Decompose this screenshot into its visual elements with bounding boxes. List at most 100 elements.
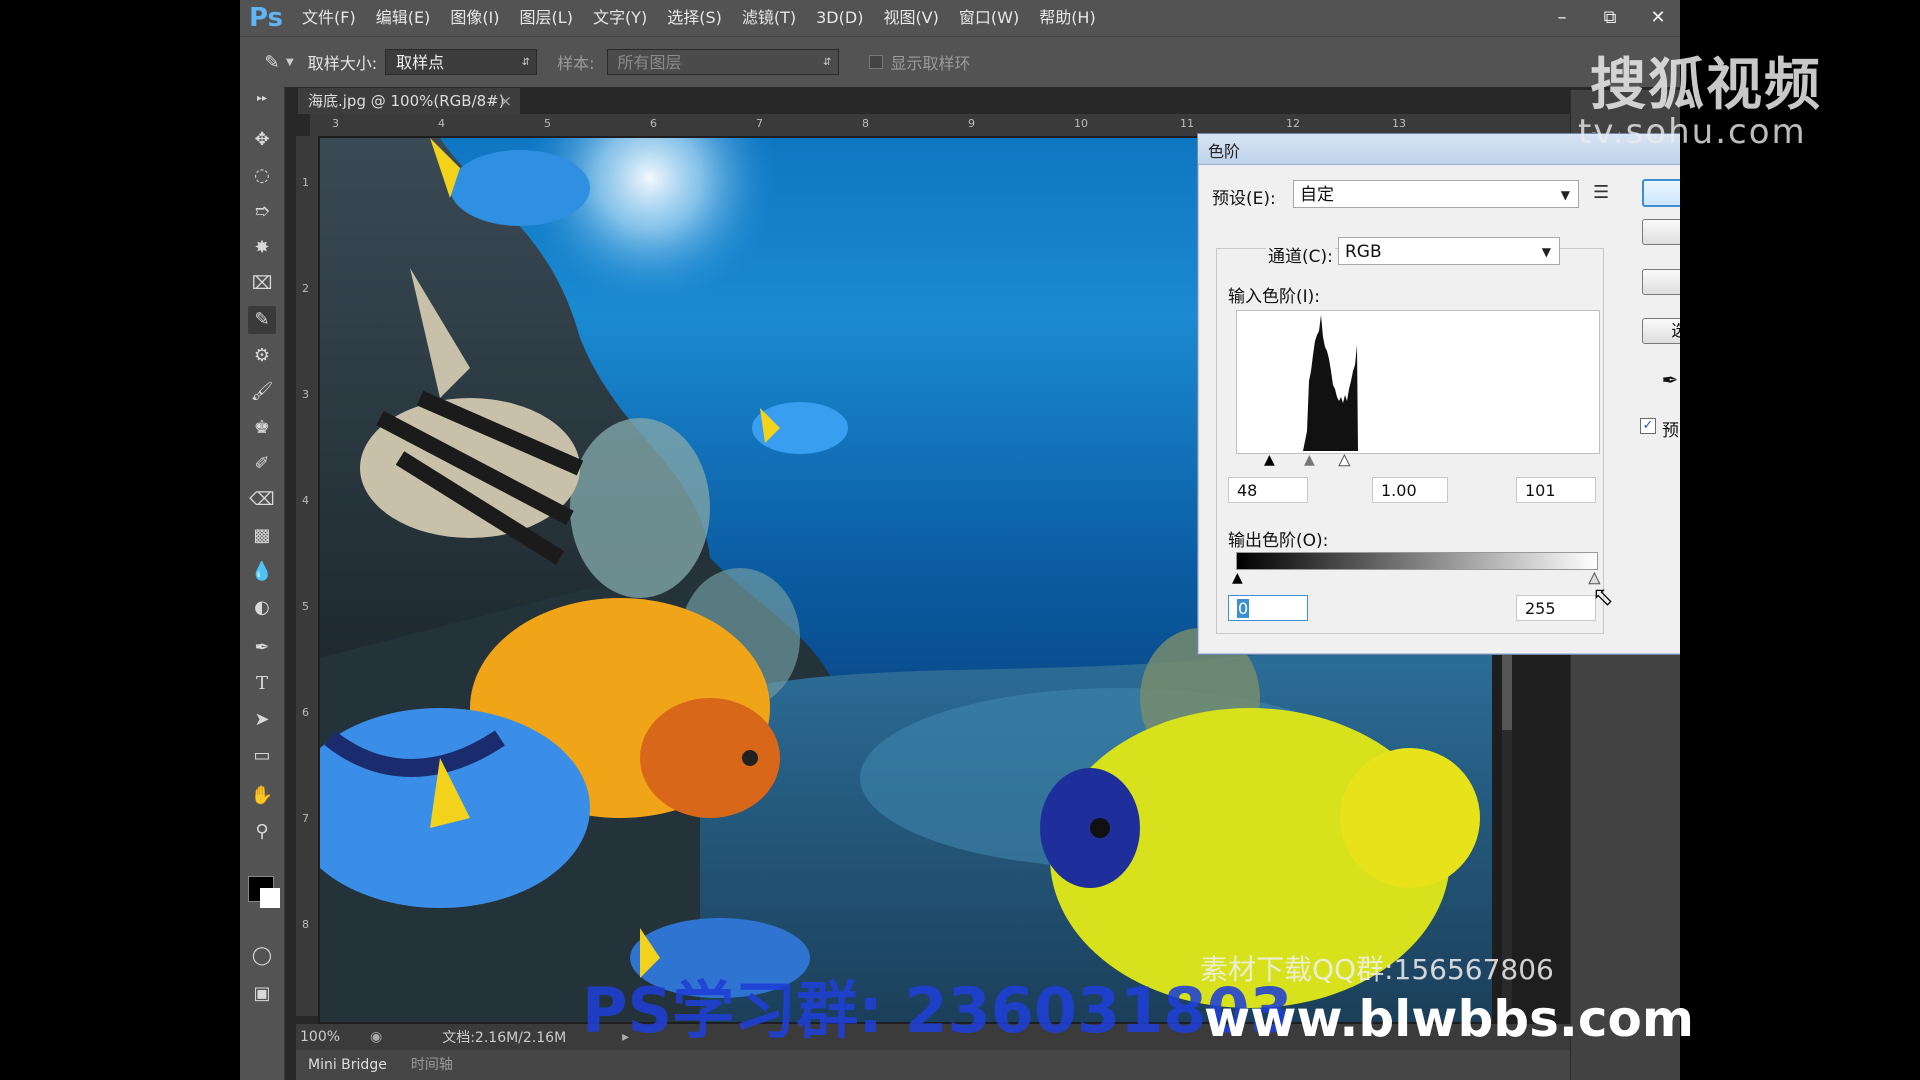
- mouse-cursor-icon: ⬁: [1592, 582, 1614, 612]
- sample-label: 样本:: [557, 54, 595, 73]
- background-color-swatch[interactable]: [260, 888, 280, 908]
- gradient-tool-icon[interactable]: ▩: [248, 522, 276, 550]
- output-gradient-bar: [1236, 552, 1598, 570]
- window-controls: – ⧉ ✕: [1550, 0, 1670, 36]
- lasso-tool-icon[interactable]: ➱: [248, 198, 276, 226]
- minimize-icon[interactable]: –: [1550, 6, 1574, 30]
- preset-value: 自定: [1300, 185, 1334, 205]
- menu-view[interactable]: 视图(V): [873, 0, 948, 36]
- input-white-field[interactable]: 101: [1516, 477, 1596, 503]
- blur-tool-icon[interactable]: 💧: [248, 558, 276, 586]
- options-bar: ✎ ▼ 取样大小: 取样点 ⇵ 样本: 所有图层 ⇵ 显示取样环: [240, 36, 1680, 87]
- shape-tool-icon[interactable]: ▭: [248, 742, 276, 770]
- output-black-slider[interactable]: ▲: [1232, 570, 1243, 586]
- magic-wand-tool-icon[interactable]: ✸: [248, 234, 276, 262]
- output-black-field[interactable]: 0: [1228, 595, 1308, 621]
- preset-options-icon[interactable]: ☰: [1593, 182, 1609, 203]
- close-icon[interactable]: ✕: [1646, 6, 1670, 30]
- cancel-button[interactable]: 取消: [1642, 219, 1680, 245]
- menu-file[interactable]: 文件(F): [292, 0, 366, 36]
- hand-tool-icon[interactable]: ✋: [248, 782, 276, 810]
- histogram: [1236, 310, 1600, 454]
- select-arrows-icon: ⇵: [521, 57, 531, 68]
- show-ring-label: 显示取样环: [890, 54, 971, 73]
- menu-type[interactable]: 文字(Y): [583, 0, 657, 36]
- move-tool-icon[interactable]: ✥: [248, 126, 276, 154]
- eyedropper-tool-icon[interactable]: ✎: [258, 52, 286, 73]
- input-white-slider[interactable]: ▲: [1339, 452, 1351, 469]
- input-gamma-slider[interactable]: ▲: [1304, 452, 1315, 468]
- eyedropper-tool-icon[interactable]: ✎: [248, 306, 276, 334]
- status-info-icon[interactable]: ◉: [370, 1029, 382, 1045]
- healing-tool-icon[interactable]: ⚙: [248, 342, 276, 370]
- preview-checkbox[interactable]: ✓: [1640, 418, 1656, 434]
- channel-value: RGB: [1345, 242, 1382, 262]
- ruler-tick-label: 6: [650, 117, 657, 130]
- menu-3d[interactable]: 3D(D): [806, 0, 873, 36]
- ruler-tick-label: 8: [862, 117, 869, 130]
- preview-label: 预览(P): [1662, 421, 1680, 441]
- input-black-field[interactable]: 48: [1228, 477, 1308, 503]
- output-white-field[interactable]: 255: [1516, 595, 1596, 621]
- restore-icon[interactable]: ⧉: [1598, 6, 1622, 30]
- document-tab[interactable]: 海底.jpg @ 100%(RGB/8#) ×: [298, 88, 520, 114]
- toolbox: ▸▸ ✥ ◌ ➱ ✸ ⌧ ✎ ⚙ 🖌 ♚ ✐ ⌫ ▩ 💧 ◐ ✒ T ➤ ▭ ✋…: [240, 86, 285, 1080]
- eraser-tool-icon[interactable]: ⌫: [248, 486, 276, 514]
- menu-filter[interactable]: 滤镜(T): [732, 0, 806, 36]
- tool-preset-chevron-icon[interactable]: ▼: [286, 57, 294, 68]
- menu-help[interactable]: 帮助(H): [1029, 0, 1106, 36]
- ruler-tick-label: 10: [1074, 117, 1088, 130]
- collapse-icon[interactable]: ▸▸: [248, 92, 276, 106]
- marquee-tool-icon[interactable]: ◌: [248, 162, 276, 190]
- menu-window[interactable]: 窗口(W): [949, 0, 1029, 36]
- zoom-tool-icon[interactable]: ⚲: [248, 818, 276, 846]
- sample-size-label: 取样大小:: [307, 54, 378, 73]
- histogram-graph: [1303, 315, 1358, 451]
- ruler-tick-label: 4: [302, 494, 309, 507]
- document-title: 海底.jpg @ 100%(RGB/8#): [308, 92, 505, 110]
- ruler-tick-label: 3: [302, 388, 309, 401]
- crop-tool-icon[interactable]: ⌧: [248, 270, 276, 298]
- black-point-eyedropper-icon[interactable]: ✒: [1658, 368, 1680, 392]
- dialog-title: 色阶: [1208, 142, 1241, 161]
- quick-mask-icon[interactable]: ◯: [248, 942, 276, 970]
- path-selection-tool-icon[interactable]: ➤: [248, 706, 276, 734]
- select-arrows-icon: ⇵: [823, 57, 832, 68]
- input-gamma-field[interactable]: 1.00: [1372, 477, 1448, 503]
- preset-select[interactable]: 自定 ▼: [1293, 180, 1579, 208]
- zoom-level[interactable]: 100%: [300, 1029, 370, 1045]
- vertical-ruler: 123456789: [296, 136, 318, 1037]
- ruler-tick-label: 3: [332, 117, 339, 130]
- tab-timeline[interactable]: 时间轴: [399, 1050, 465, 1080]
- sample-layers-select[interactable]: 所有图层 ⇵: [606, 49, 839, 75]
- menu-image[interactable]: 图像(I): [440, 0, 509, 36]
- show-ring-checkbox[interactable]: [868, 55, 883, 69]
- screen-mode-icon[interactable]: ▣: [248, 980, 276, 1008]
- sample-size-select[interactable]: 取样点 ⇵: [385, 49, 538, 75]
- chevron-down-icon: ▼: [1560, 188, 1570, 202]
- type-tool-icon[interactable]: T: [248, 670, 276, 698]
- document-size: 文档:2.16M/2.16M: [442, 1030, 567, 1046]
- menu-edit[interactable]: 编辑(E): [366, 0, 441, 36]
- menu-select[interactable]: 选择(S): [657, 0, 732, 36]
- input-levels-label: 输入色阶(I):: [1228, 287, 1321, 307]
- ruler-tick-label: 8: [302, 918, 309, 931]
- auto-button[interactable]: 自动(A): [1642, 269, 1680, 295]
- input-black-slider[interactable]: ▲: [1264, 452, 1275, 468]
- pen-tool-icon[interactable]: ✒: [248, 634, 276, 662]
- brush-tool-icon[interactable]: 🖌: [248, 378, 276, 406]
- bottom-panel-tabs: Mini Bridge 时间轴: [296, 1050, 1680, 1080]
- ps-group-watermark: PS学习群: 236031803: [582, 974, 1293, 1047]
- channel-select[interactable]: RGB ▼: [1338, 237, 1560, 265]
- ok-button[interactable]: 确定: [1642, 179, 1680, 207]
- options-button[interactable]: 选项(T)...: [1642, 318, 1680, 344]
- menu-layer[interactable]: 图层(L): [510, 0, 583, 36]
- chevron-down-icon: ▼: [1541, 245, 1551, 259]
- close-tab-icon[interactable]: ×: [499, 88, 512, 114]
- site-watermark: www.blwbbs.com: [1204, 990, 1694, 1048]
- ruler-tick-label: 12: [1286, 117, 1300, 130]
- stamp-tool-icon[interactable]: ♚: [248, 414, 276, 442]
- tab-mini-bridge[interactable]: Mini Bridge: [296, 1050, 399, 1080]
- history-brush-tool-icon[interactable]: ✐: [248, 450, 276, 478]
- dodge-tool-icon[interactable]: ◐: [248, 594, 276, 622]
